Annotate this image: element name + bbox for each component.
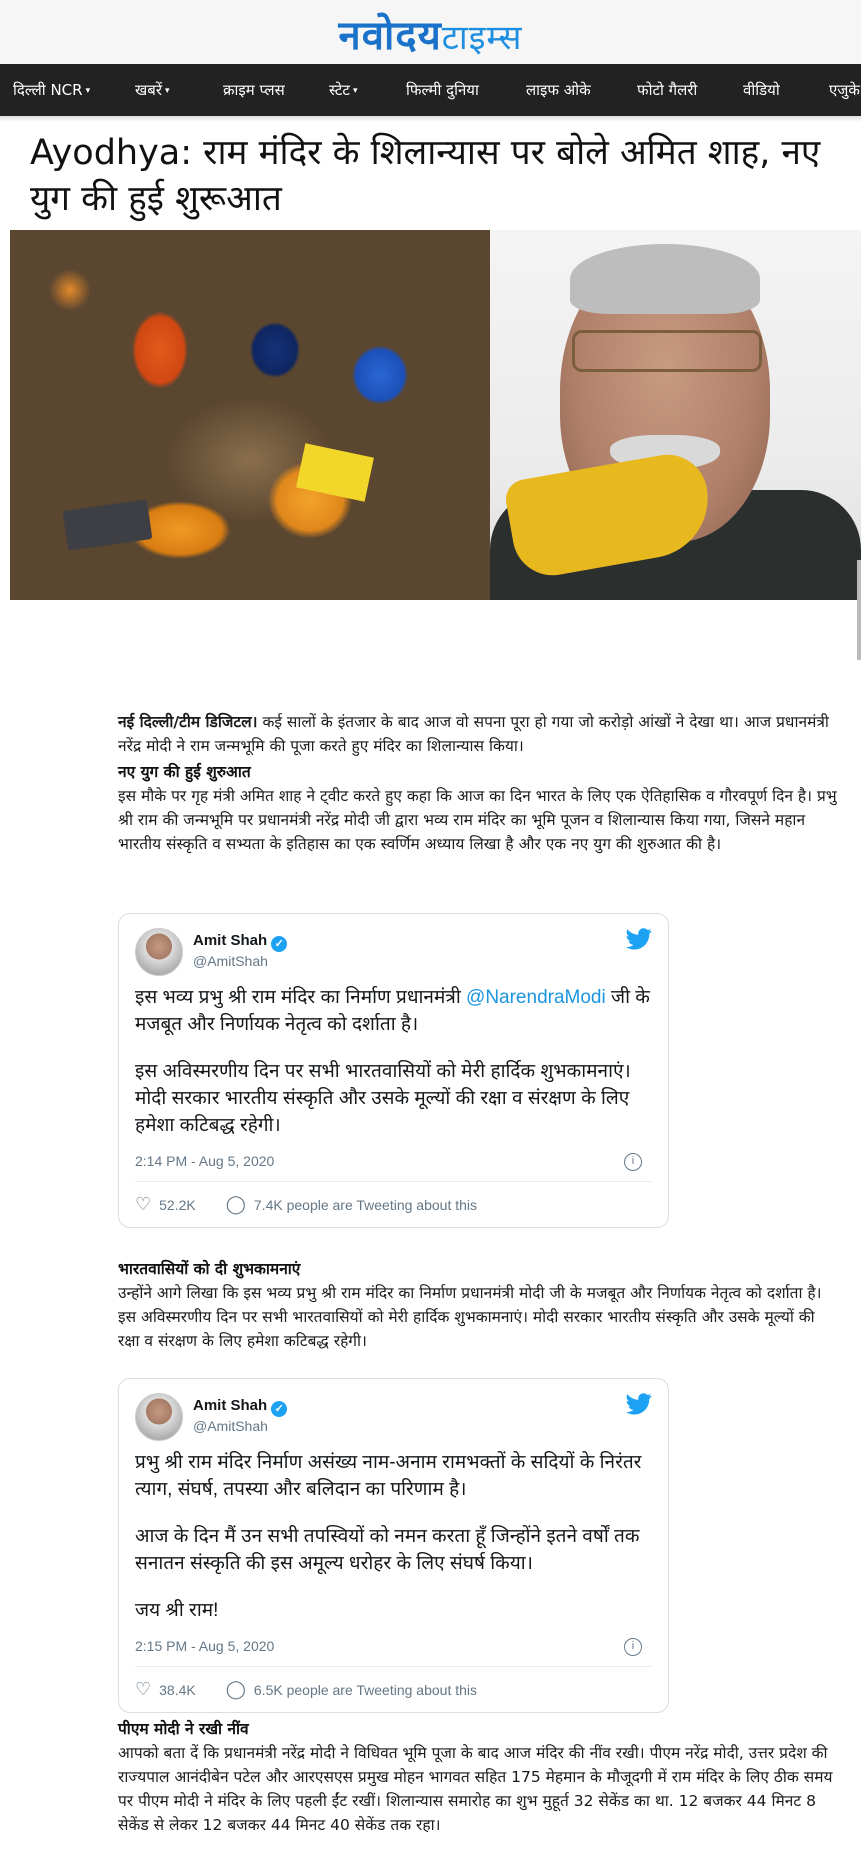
tweet-line-2: इस अविस्मरणीय दिन पर सभी भारतवासियों को … bbox=[135, 1061, 631, 1136]
nav-label: खबरें bbox=[135, 81, 162, 99]
nav-item-delhi-ncr[interactable]: दिल्ली NCR ▾ bbox=[0, 80, 122, 100]
author-name-text: Amit Shah bbox=[193, 932, 268, 949]
paragraph-1: इस मौके पर गृह मंत्री अमित शाह ने ट्वीट … bbox=[118, 787, 837, 853]
comment-icon[interactable]: ◯ bbox=[226, 1194, 246, 1215]
logo-part-1: नवोदय bbox=[338, 13, 442, 59]
tweet-actions: ♡ 38.4K ◯ 6.5K people are Tweeting about t… bbox=[135, 1667, 652, 1700]
nav-item-photo-gallery[interactable]: फोटो गैलरी bbox=[624, 80, 730, 100]
twitter-bird-icon[interactable] bbox=[626, 928, 652, 950]
section-heading-foundation: पीएम मोदी ने रखी नींव bbox=[118, 1720, 249, 1738]
tweet-line-1: प्रभु श्री राम मंदिर निर्माण असंख्य नाम-… bbox=[135, 1452, 642, 1500]
caret-down-icon: ▾ bbox=[164, 85, 170, 96]
nav-item-life-ok[interactable]: लाइफ ओके bbox=[513, 80, 624, 100]
tweet-author-handle[interactable]: @AmitShah bbox=[193, 953, 268, 969]
tweet-text: इस भव्य प्रभु श्री राम मंदिर का निर्माण … bbox=[135, 987, 467, 1008]
caret-down-icon: ▾ bbox=[85, 85, 91, 96]
twitter-bird-icon[interactable] bbox=[626, 1393, 652, 1415]
main-nav: दिल्ली NCR ▾ खबरें ▾ क्राइम प्लस स्टेट ▾ फि… bbox=[0, 64, 861, 116]
tweet-timestamp[interactable]: 2:15 PM - Aug 5, 2020 bbox=[135, 1638, 274, 1654]
nav-label: फिल्मी दुनिया bbox=[406, 81, 479, 99]
tweet-meta: 2:14 PM - Aug 5, 2020 i bbox=[135, 1153, 652, 1182]
tweet-body: इस भव्य प्रभु श्री राम मंदिर का निर्माण … bbox=[135, 984, 652, 1139]
logo-part-2: टाइम्स bbox=[441, 18, 523, 58]
info-icon[interactable]: i bbox=[624, 1638, 642, 1656]
tweet-meta: 2:15 PM - Aug 5, 2020 i bbox=[135, 1638, 652, 1667]
nav-label: क्राइम प्लस bbox=[223, 81, 285, 99]
nav-label: एजुके bbox=[829, 81, 860, 99]
brick-shape bbox=[62, 499, 153, 551]
tweet-author-handle[interactable]: @AmitShah bbox=[193, 1418, 268, 1434]
nav-label: फोटो गैलरी bbox=[637, 81, 698, 99]
tweet-actions: ♡ 52.2K ◯ 7.4K people are Tweeting about t… bbox=[135, 1182, 652, 1215]
hero-image bbox=[10, 230, 861, 600]
caret-down-icon: ▾ bbox=[352, 85, 358, 96]
tweet-author-name[interactable]: Amit Shah ✓ bbox=[193, 932, 288, 952]
nav-item-education[interactable]: एजुके bbox=[816, 80, 861, 100]
nav-item-news[interactable]: खबरें ▾ bbox=[122, 80, 210, 100]
glasses-shape bbox=[572, 330, 762, 372]
tweeting-count[interactable]: 7.4K people are Tweeting about this bbox=[254, 1197, 477, 1213]
tweet-author-name[interactable]: Amit Shah ✓ bbox=[193, 1397, 288, 1417]
verified-badge-icon: ✓ bbox=[271, 1401, 288, 1417]
nav-item-crime-plus[interactable]: क्राइम प्लस bbox=[210, 80, 316, 100]
section-heading-new-era: नए युग की हुई शुरुआत bbox=[118, 763, 251, 781]
scrollbar[interactable] bbox=[857, 560, 861, 660]
tweet-line-2: आज के दिन मैं उन सभी तपस्वियों को नमन कर… bbox=[135, 1526, 640, 1574]
yellow-cloth-shape bbox=[296, 443, 374, 502]
tweeting-count[interactable]: 6.5K people are Tweeting about this bbox=[254, 1682, 477, 1698]
article-section-3: पीएम मोदी ने रखी नींव आपको बता दें कि प्… bbox=[118, 1715, 838, 1837]
tweet-body: प्रभु श्री राम मंदिर निर्माण असंख्य नाम-… bbox=[135, 1449, 652, 1624]
site-logo[interactable]: नवोदयटाइम्स bbox=[339, 16, 523, 56]
heart-icon[interactable]: ♡ bbox=[135, 1194, 151, 1215]
avatar[interactable] bbox=[135, 928, 183, 976]
hair-shape bbox=[570, 244, 760, 314]
paragraph-3: आपको बता दें कि प्रधानमंत्री नरेंद्र मोद… bbox=[118, 1744, 833, 1834]
intro-paragraph: नई दिल्ली/टीम डिजिटल। कई सालों के इंतजार… bbox=[118, 710, 838, 758]
nav-label: वीडियो bbox=[743, 81, 780, 99]
site-header: नवोदयटाइम्स bbox=[0, 0, 861, 64]
nav-label: स्टेट bbox=[329, 81, 350, 99]
article-section-2: भारतवासियों को दी शुभकामनाएं उन्होंने आग… bbox=[118, 1255, 838, 1353]
like-count[interactable]: 38.4K bbox=[159, 1682, 196, 1698]
author-name-text: Amit Shah bbox=[193, 1397, 268, 1414]
nav-label: दिल्ली NCR bbox=[13, 81, 83, 99]
mention-link[interactable]: @NarendraModi bbox=[466, 987, 606, 1008]
tweet-timestamp[interactable]: 2:14 PM - Aug 5, 2020 bbox=[135, 1153, 274, 1169]
portrait-photo bbox=[490, 230, 861, 600]
tweet-line-3: जय श्री राम! bbox=[135, 1600, 219, 1621]
tweet-header: Amit Shah ✓ @AmitShah bbox=[135, 1393, 652, 1445]
like-count[interactable]: 52.2K bbox=[159, 1197, 196, 1213]
tweet-header: Amit Shah ✓ @AmitShah bbox=[135, 928, 652, 980]
heart-icon[interactable]: ♡ bbox=[135, 1679, 151, 1700]
verified-badge-icon: ✓ bbox=[271, 936, 288, 952]
paragraph-2: उन्होंने आगे लिखा कि इस भव्य प्रभु श्री … bbox=[118, 1284, 822, 1350]
nav-item-filmi-duniya[interactable]: फिल्मी दुनिया bbox=[393, 80, 513, 100]
nav-item-video[interactable]: वीडियो bbox=[730, 80, 816, 100]
comment-icon[interactable]: ◯ bbox=[226, 1679, 246, 1700]
embedded-tweet[interactable]: Amit Shah ✓ @AmitShah प्रभु श्री राम मंदि… bbox=[118, 1378, 669, 1713]
article-headline: Ayodhya: राम मंदिर के शिलान्यास पर बोले … bbox=[30, 133, 821, 219]
embedded-tweet[interactable]: Amit Shah ✓ @AmitShah इस भव्य प्रभु श्री … bbox=[118, 913, 669, 1228]
avatar[interactable] bbox=[135, 1393, 183, 1441]
tweet-line-1: इस भव्य प्रभु श्री राम मंदिर का निर्माण … bbox=[135, 984, 652, 1038]
dateline: नई दिल्ली/टीम डिजिटल। bbox=[118, 713, 258, 731]
nav-label: लाइफ ओके bbox=[526, 81, 591, 99]
article-intro: नई दिल्ली/टीम डिजिटल। कई सालों के इंतजार… bbox=[118, 710, 838, 856]
info-icon[interactable]: i bbox=[624, 1153, 642, 1171]
section-heading-greetings: भारतवासियों को दी शुभकामनाएं bbox=[118, 1260, 301, 1278]
ritual-photo bbox=[10, 230, 490, 600]
nav-item-state[interactable]: स्टेट ▾ bbox=[316, 80, 393, 100]
